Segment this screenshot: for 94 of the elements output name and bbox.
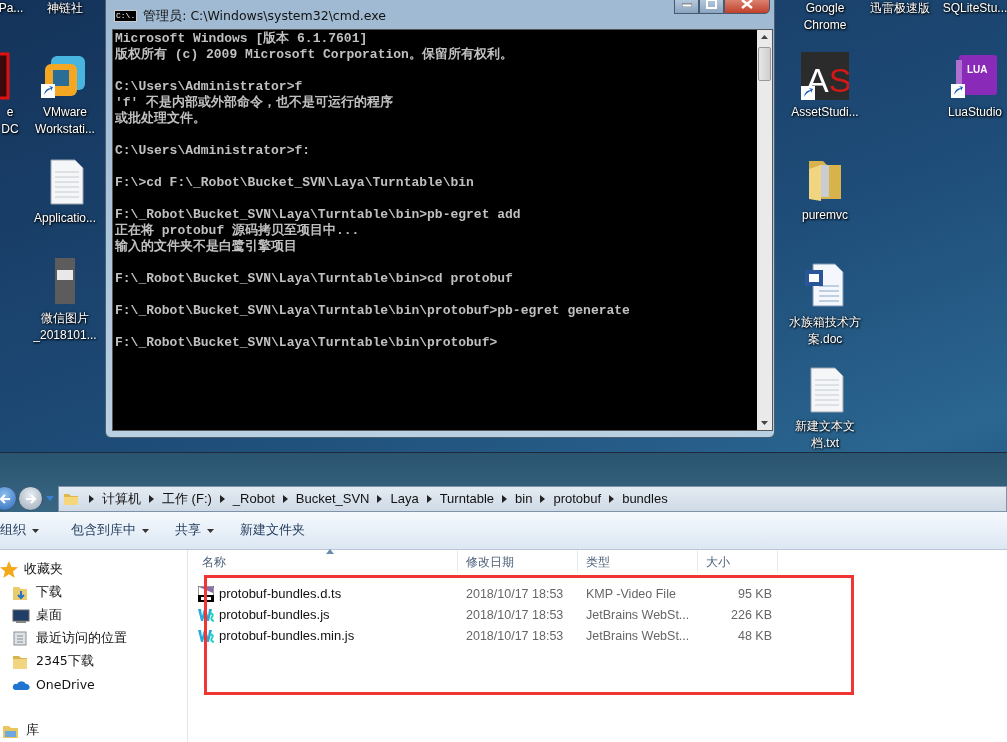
breadcrumb-item[interactable]: Turntable [439, 491, 495, 507]
file-date: 2018/10/17 18:53 [465, 607, 565, 622]
breadcrumb-item[interactable]: _Robot [232, 491, 275, 507]
back-arrow-icon [0, 492, 12, 505]
address-bar[interactable]: 计算机 工作 (F:) _Robot Bucket_SVN Laya Turntable bin protobuf bundles [58, 485, 1007, 512]
icon-label[interactable]: puremvc [802, 207, 848, 224]
icon-label[interactable]: 水族箱技术方 案.doc [789, 314, 861, 348]
breadcrumb-item[interactable]: bin [515, 491, 533, 507]
webstorm-file-icon [198, 606, 214, 623]
console-line: F:\_Robot\Bucket_SVN\Laya\Turntable\bin>cd protobuf [115, 271, 514, 287]
file-name[interactable]: protobuf-bundles.min.js [194, 627, 458, 644]
file-type: KMP -Video File [585, 586, 677, 601]
caret-icon [32, 528, 39, 533]
console-line: F:\_Robot\Bucket_SVN\Laya\Turntable\bin>pb-egret add [115, 207, 522, 223]
chevron-icon[interactable] [377, 494, 383, 503]
toolbar-button[interactable]: 包含到库中 [69, 522, 149, 540]
chevron-icon[interactable] [282, 494, 288, 503]
console-line: 正在将 protobuf 源码拷贝至项目中... [115, 223, 361, 239]
icon-label[interactable]: VMware Workstati... [35, 104, 95, 138]
download-folder-icon [12, 584, 30, 601]
nav-label[interactable]: 收藏夹 [24, 561, 63, 578]
icon-label[interactable]: Applicatio... [33, 210, 96, 227]
chevron-icon[interactable] [609, 494, 615, 503]
file-type: JetBrains WebSt... [585, 628, 691, 643]
console-line: F:\_Robot\Bucket_SVN\Laya\Turntable\bin\protobuf>pb-egret generate [115, 303, 631, 319]
breadcrumb-item[interactable]: Bucket_SVN [295, 491, 370, 507]
icon-label[interactable]: 神链社 [47, 0, 83, 17]
nav-label[interactable]: 最近访问的位置 [36, 630, 127, 647]
icon-label[interactable]: Google Chrome [803, 0, 847, 34]
breadcrumb-item[interactable]: Laya [390, 491, 419, 507]
scrollbar[interactable] [757, 30, 772, 430]
icon-label[interactable]: 微信图片 _2018101... [33, 310, 97, 344]
console-line: Microsoft Windows [版本 6.1.7601] [115, 31, 369, 47]
forward-arrow-icon [23, 492, 38, 505]
breadcrumb-item[interactable]: 计算机 [102, 489, 141, 508]
icon-label[interactable]: SQLiteStu... [942, 0, 1007, 17]
console-line: C:\Users\Administrator>f [115, 79, 304, 95]
console-line: 或批处理文件。 [115, 111, 207, 127]
icon-label[interactable]: e DC [1, 104, 19, 138]
window-title: 管理员: C:\Windows\system32\cmd.exe [143, 7, 386, 25]
toolbar-button[interactable]: 新建文件夹 [238, 522, 305, 540]
caret-icon [142, 528, 149, 533]
console-line: 版权所有 (c) 2009 Microsoft Corporation。保留所有权利。 [115, 47, 514, 63]
file-size: 95 KB [736, 586, 773, 601]
icon-label[interactable]: AssetStudi... [791, 104, 859, 121]
file-name[interactable]: protobuf-bundles.d.ts [194, 585, 458, 602]
chevron-icon[interactable] [149, 494, 154, 503]
folder-icon [12, 653, 30, 670]
file-name[interactable]: protobuf-bundles.js [194, 606, 458, 623]
monitor-icon [12, 607, 30, 624]
column-header[interactable]: 大小 [698, 550, 778, 572]
back-button[interactable] [0, 486, 17, 512]
file-date: 2018/10/17 18:53 [465, 586, 565, 601]
nav-label[interactable]: 库 [26, 722, 39, 739]
nav-label[interactable]: OneDrive [36, 677, 95, 692]
nav-label[interactable]: 2345下载 [36, 653, 94, 670]
breadcrumb-item[interactable]: bundles [622, 491, 668, 507]
chevron-icon[interactable] [540, 494, 546, 503]
maximize-icon [706, 0, 717, 9]
icon-label[interactable]: Pa... [0, 0, 24, 17]
toolbar-button[interactable]: 组织 [0, 522, 39, 540]
console-icon: C:\. [114, 10, 138, 22]
file-size: 48 KB [736, 628, 773, 643]
file-type: JetBrains WebSt... [585, 607, 691, 622]
breadcrumb-item[interactable]: protobuf [553, 491, 602, 507]
chevron-icon[interactable] [426, 494, 432, 503]
console-line: F:\_Robot\Bucket_SVN\Laya\Turntable\bin\protobuf> [115, 335, 499, 351]
icon-label[interactable]: 新建文本文 档.txt [795, 418, 855, 452]
breadcrumb-item[interactable]: 工作 (F:) [162, 489, 212, 508]
column-header[interactable]: 类型 [578, 550, 698, 572]
console-line: 输入的文件夹不是白鹭引擎项目 [115, 239, 298, 255]
column-header[interactable]: 名称 [194, 550, 458, 572]
star-icon [0, 561, 18, 578]
scroll-thumb[interactable] [758, 47, 771, 81]
icon-label[interactable]: 迅雷极速版 [870, 0, 930, 17]
console-line: 'f' 不是内部或外部命令，也不是可运行的程序 [115, 95, 395, 111]
console-line: F:\>cd F:\_Robot\Bucket_SVN\Laya\Turntable\bin [115, 175, 475, 191]
close-icon [741, 0, 753, 9]
caret-icon [207, 528, 214, 533]
file-size: 226 KB [730, 607, 773, 622]
icon-label[interactable]: LuaStudio [947, 104, 1002, 121]
chevron-icon[interactable] [219, 494, 225, 503]
nav-label[interactable]: 桌面 [36, 607, 62, 624]
forward-button[interactable] [18, 486, 43, 512]
chevron-icon[interactable] [89, 494, 94, 503]
chevron-icon[interactable] [502, 494, 508, 503]
toolbar-button[interactable]: 共享 [173, 522, 214, 540]
console-line: C:\Users\Administrator>f: [115, 143, 312, 159]
nav-label[interactable]: 下载 [36, 584, 62, 601]
webstorm-file-icon [198, 627, 214, 644]
document-icon [12, 630, 30, 647]
file-date: 2018/10/17 18:53 [465, 628, 565, 643]
column-header[interactable]: 修改日期 [458, 550, 578, 572]
minimize-icon [681, 0, 692, 7]
